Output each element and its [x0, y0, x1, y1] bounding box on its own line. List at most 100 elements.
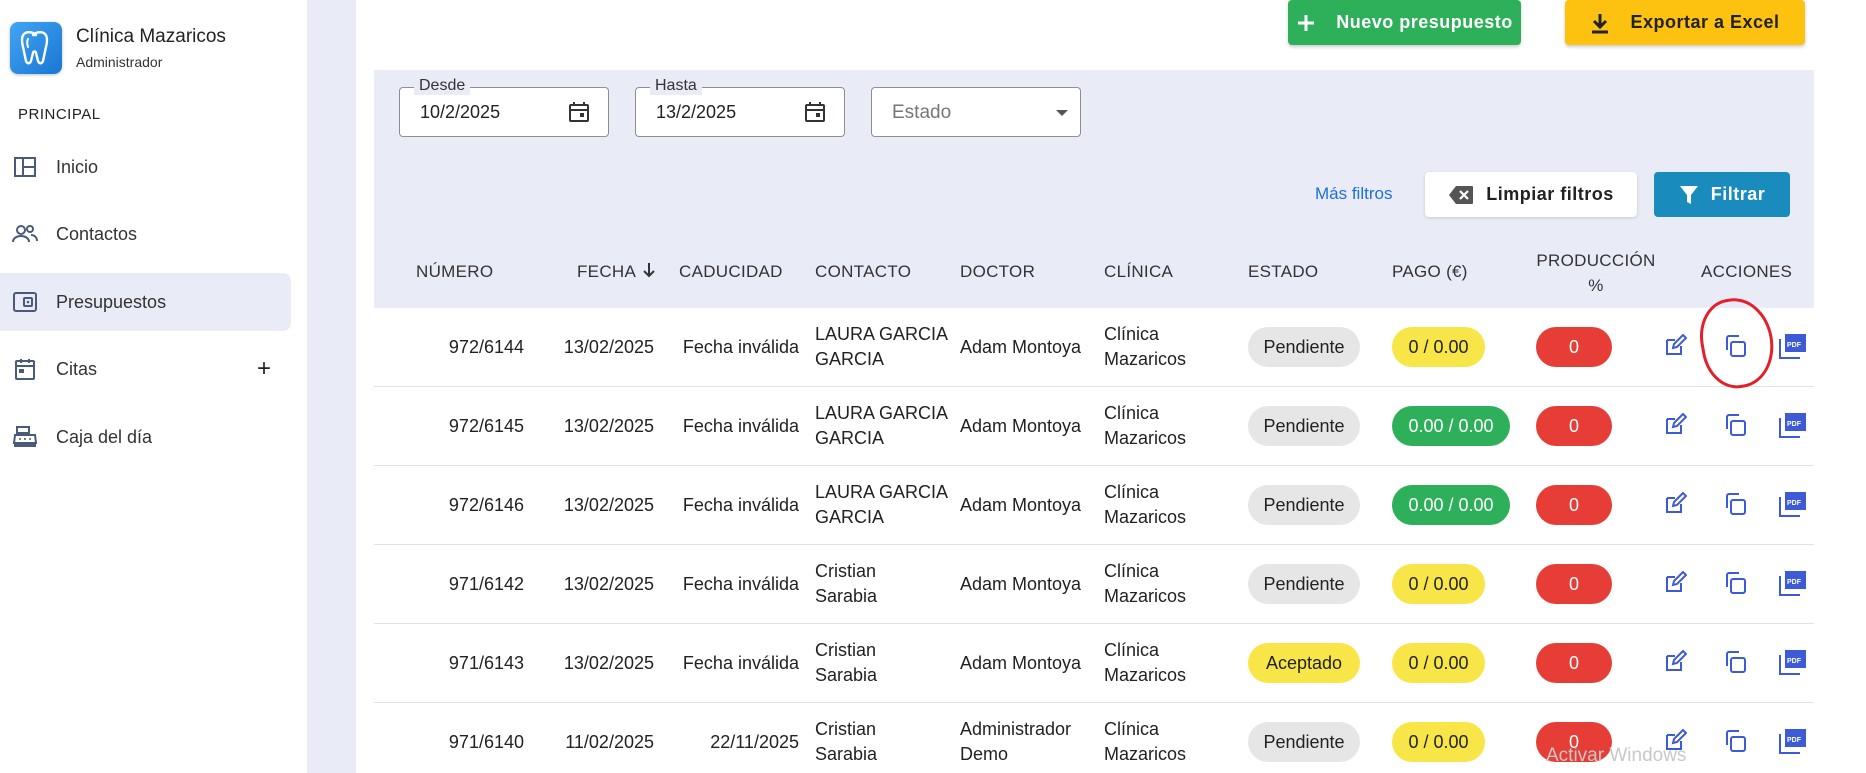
more-filters-link[interactable]: Más filtros — [1315, 184, 1392, 204]
copy-icon[interactable] — [1721, 727, 1749, 755]
cell-clinica: Clínica Mazaricos — [1104, 559, 1224, 609]
cell-contacto[interactable]: LAURA GARCIA GARCIA — [815, 480, 955, 530]
sidebar-item-contactos[interactable]: Contactos — [0, 205, 291, 263]
sidebar-item-presupuestos[interactable]: Presupuestos — [0, 273, 291, 331]
user-role: Administrador — [76, 54, 163, 70]
table-row: 971/6142 13/02/2025 Fecha inválida Crist… — [374, 545, 1814, 624]
header-clinica[interactable]: CLÍNICA — [1104, 262, 1173, 282]
cell-doctor: Adam Montoya — [960, 574, 1082, 594]
edit-icon[interactable] — [1661, 332, 1689, 360]
expand-plus-icon[interactable]: + — [257, 355, 271, 383]
header-estado[interactable]: ESTADO — [1248, 262, 1318, 282]
svg-text:PDF: PDF — [1787, 579, 1802, 586]
header-produccion[interactable]: PRODUCCIÓN % — [1536, 248, 1656, 298]
header-pago[interactable]: PAGO (€) — [1392, 262, 1468, 282]
cell-contacto[interactable]: LAURA GARCIA GARCIA — [815, 322, 955, 372]
export-excel-button[interactable]: Exportar a Excel — [1565, 0, 1805, 45]
cell-fecha: 13/02/2025 — [563, 653, 654, 673]
clinica-line2: Mazaricos — [1104, 665, 1187, 685]
svg-text:PDF: PDF — [1787, 342, 1802, 349]
header-fecha-label: FECHA — [577, 262, 637, 281]
cell-clinica: Clínica Mazaricos — [1104, 480, 1224, 530]
cell-numero: 972/6144 — [448, 337, 524, 357]
cell-numero: 971/6140 — [448, 732, 524, 752]
desde-label: Desde — [414, 77, 471, 95]
pdf-icon[interactable]: PDF — [1779, 569, 1807, 597]
cell-caducidad: 22/11/2025 — [710, 732, 799, 752]
filter-button[interactable]: Filtrar — [1654, 172, 1790, 217]
edit-icon[interactable] — [1661, 411, 1689, 439]
activate-windows-watermark: Activar Windows — [1546, 745, 1687, 766]
calendar-icon[interactable] — [568, 101, 590, 128]
status-badge: Aceptado — [1248, 643, 1360, 683]
tooth-logo-icon — [10, 22, 62, 74]
cell-contacto[interactable]: Cristian Sarabia — [815, 638, 955, 688]
header-doctor[interactable]: DOCTOR — [960, 262, 1035, 282]
sidebar-item-inicio[interactable]: Inicio — [0, 138, 291, 196]
cell-doctor: Adam Montoya — [960, 495, 1082, 515]
hasta-date-field[interactable]: Hasta 13/2/2025 — [635, 77, 845, 137]
clinica-line1: Clínica — [1104, 403, 1160, 423]
contacto-line1: Cristian — [815, 640, 877, 660]
funnel-icon — [1679, 184, 1699, 206]
sidebar: Clínica Mazaricos Administrador PRINCIPA… — [0, 0, 307, 773]
header-numero[interactable]: NÚMERO — [416, 262, 493, 282]
arrow-down-icon — [642, 262, 656, 283]
contacto-line1: LAURA GARCIA — [815, 482, 949, 502]
cell-caducidad: Fecha inválida — [682, 416, 799, 436]
calendar-icon[interactable] — [804, 101, 826, 128]
cell-contacto[interactable]: LAURA GARCIA GARCIA — [815, 401, 955, 451]
new-budget-button[interactable]: Nuevo presupuesto — [1288, 0, 1521, 45]
pdf-icon[interactable]: PDF — [1779, 490, 1807, 518]
plus-icon — [1296, 13, 1316, 33]
sidebar-item-citas[interactable]: Citas + — [0, 340, 291, 398]
doctor-line2: Demo — [960, 744, 1009, 764]
cell-contacto[interactable]: Cristian Sarabia — [815, 717, 955, 767]
pdf-icon[interactable]: PDF — [1779, 648, 1807, 676]
cell-doctor: Adam Montoya — [960, 416, 1082, 436]
payment-badge: 0.00 / 0.00 — [1392, 406, 1510, 446]
copy-icon[interactable] — [1721, 569, 1749, 597]
clear-filters-label: Limpiar filtros — [1486, 184, 1614, 204]
status-badge: Pendiente — [1248, 485, 1360, 525]
edit-icon[interactable] — [1661, 490, 1689, 518]
doctor-line1: Administrador — [960, 719, 1072, 739]
payment-badge: 0 / 0.00 — [1392, 722, 1485, 762]
cell-clinica: Clínica Mazaricos — [1104, 638, 1224, 688]
contacto-line1: Cristian — [815, 561, 877, 581]
table-row: 972/6145 13/02/2025 Fecha inválida LAURA… — [374, 387, 1814, 466]
cell-clinica: Clínica Mazaricos — [1104, 322, 1224, 372]
clear-filters-button[interactable]: Limpiar filtros — [1425, 172, 1637, 217]
payment-badge: 0 / 0.00 — [1392, 564, 1485, 604]
estado-select[interactable]: Estado — [871, 87, 1081, 137]
edit-icon[interactable] — [1661, 648, 1689, 676]
contacto-line2: GARCIA — [815, 428, 885, 448]
cell-caducidad: Fecha inválida — [682, 574, 799, 594]
hasta-label: Hasta — [650, 77, 702, 95]
cell-fecha: 13/02/2025 — [563, 416, 654, 436]
pdf-icon[interactable]: PDF — [1779, 411, 1807, 439]
header-caducidad[interactable]: CADUCIDAD — [679, 262, 783, 282]
cell-numero: 971/6143 — [448, 653, 524, 673]
header-fecha[interactable]: FECHA — [577, 262, 656, 283]
edit-icon[interactable] — [1661, 569, 1689, 597]
production-badge: 0 — [1536, 485, 1612, 525]
cell-caducidad: Fecha inválida — [682, 495, 799, 515]
cell-fecha: 13/02/2025 — [563, 574, 654, 594]
copy-icon[interactable] — [1721, 490, 1749, 518]
copy-icon[interactable] — [1721, 411, 1749, 439]
pdf-icon[interactable]: PDF — [1779, 727, 1807, 755]
svg-text:PDF: PDF — [1787, 500, 1802, 507]
header-contacto[interactable]: CONTACTO — [815, 262, 911, 282]
pdf-icon[interactable]: PDF — [1779, 332, 1807, 360]
production-badge: 0 — [1536, 406, 1612, 446]
cell-contacto[interactable]: Cristian Sarabia — [815, 559, 955, 609]
contacto-line2: GARCIA — [815, 349, 885, 369]
sidebar-item-caja[interactable]: Caja del día — [0, 408, 291, 466]
desde-date-field[interactable]: Desde 10/2/2025 — [399, 77, 609, 137]
status-badge: Pendiente — [1248, 327, 1360, 367]
main-content: Nuevo presupuesto Exportar a Excel Desde… — [356, 0, 1866, 773]
copy-icon[interactable] — [1721, 648, 1749, 676]
header-acciones: ACCIONES — [1701, 262, 1793, 281]
clinica-line1: Clínica — [1104, 640, 1160, 660]
